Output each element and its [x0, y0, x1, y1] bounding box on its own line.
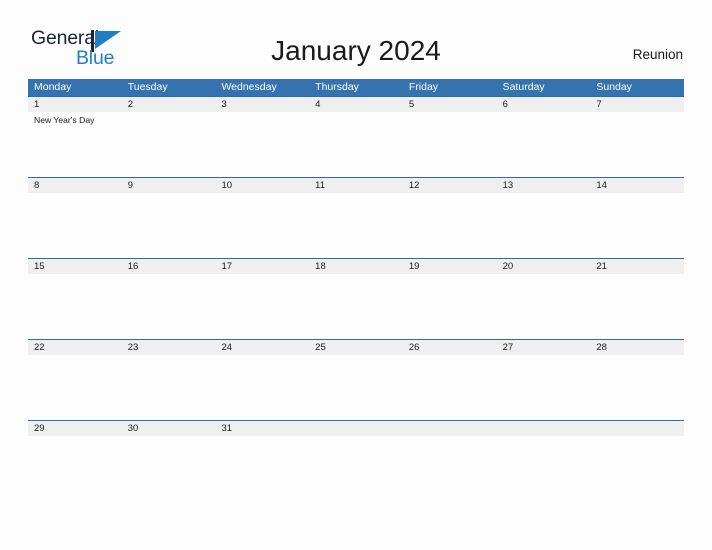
page-title: January 2024	[271, 35, 441, 66]
day-cell[interactable]	[215, 436, 309, 501]
day-number[interactable]: 25	[309, 340, 403, 355]
day-number[interactable]: 11	[309, 178, 403, 193]
weekday-header-row: Monday Tuesday Wednesday Thursday Friday…	[28, 79, 684, 96]
day-cell-empty	[497, 436, 591, 501]
day-cell[interactable]	[122, 355, 216, 420]
calendar-page: General Blue January 2024 Reunion Monday…	[0, 0, 712, 550]
day-number[interactable]: 6	[497, 97, 591, 112]
week-date-band: 15 16 17 18 19 20 21	[28, 259, 684, 274]
day-number[interactable]: 28	[590, 340, 684, 355]
day-number[interactable]: 18	[309, 259, 403, 274]
event-label: New Year's Day	[34, 115, 95, 125]
day-cell[interactable]	[309, 274, 403, 339]
day-number[interactable]: 13	[497, 178, 591, 193]
day-cell[interactable]	[590, 112, 684, 177]
day-cell[interactable]	[122, 436, 216, 501]
day-cell[interactable]: New Year's Day	[28, 112, 122, 177]
day-number[interactable]: 3	[215, 97, 309, 112]
weekday-tuesday: Tuesday	[127, 81, 168, 93]
day-number[interactable]: 2	[122, 97, 216, 112]
day-cell[interactable]	[215, 112, 309, 177]
day-cell[interactable]	[590, 355, 684, 420]
week-event-band	[28, 274, 684, 339]
day-cell[interactable]	[309, 355, 403, 420]
day-number[interactable]: 16	[122, 259, 216, 274]
day-number[interactable]: 24	[215, 340, 309, 355]
week-event-band	[28, 193, 684, 258]
day-cell[interactable]	[497, 274, 591, 339]
day-number[interactable]: 22	[28, 340, 122, 355]
day-cell[interactable]	[403, 193, 497, 258]
day-number[interactable]: 21	[590, 259, 684, 274]
week-event-band	[28, 436, 684, 501]
day-cell[interactable]	[497, 112, 591, 177]
week-row: 22 23 24 25 26 27 28	[28, 339, 684, 420]
day-number[interactable]: 17	[215, 259, 309, 274]
day-cell[interactable]	[28, 193, 122, 258]
day-cell[interactable]	[590, 274, 684, 339]
weekday-thursday: Thursday	[315, 81, 359, 93]
day-number[interactable]: 23	[122, 340, 216, 355]
day-number[interactable]: 10	[215, 178, 309, 193]
day-cell[interactable]	[122, 112, 216, 177]
day-number[interactable]: 30	[122, 421, 216, 436]
day-number-empty	[403, 421, 497, 436]
day-cell[interactable]	[309, 193, 403, 258]
day-cell[interactable]	[28, 436, 122, 501]
day-number-empty	[590, 421, 684, 436]
day-cell[interactable]	[122, 274, 216, 339]
day-number-empty	[497, 421, 591, 436]
day-cell[interactable]	[28, 274, 122, 339]
day-number[interactable]: 5	[403, 97, 497, 112]
weekday-friday: Friday	[408, 81, 439, 93]
week-date-band: 8 9 10 11 12 13 14	[28, 178, 684, 193]
week-row: 8 9 10 11 12 13 14	[28, 177, 684, 258]
day-cell[interactable]	[309, 112, 403, 177]
day-number[interactable]: 20	[497, 259, 591, 274]
calendar-grid: Monday Tuesday Wednesday Thursday Friday…	[28, 79, 684, 501]
day-number[interactable]: 8	[28, 178, 122, 193]
day-number[interactable]: 14	[590, 178, 684, 193]
day-cell[interactable]	[122, 193, 216, 258]
day-number[interactable]: 27	[497, 340, 591, 355]
region-label: Reunion	[632, 47, 683, 62]
week-event-band	[28, 355, 684, 420]
day-cell-empty	[403, 436, 497, 501]
weekday-sunday: Sunday	[596, 81, 632, 93]
day-number[interactable]: 4	[309, 97, 403, 112]
weekday-saturday: Saturday	[502, 81, 545, 93]
day-cell[interactable]	[28, 355, 122, 420]
week-date-band: 1 2 3 4 5 6 7	[28, 97, 684, 112]
day-number[interactable]: 29	[28, 421, 122, 436]
week-event-band: New Year's Day	[28, 112, 684, 177]
day-cell-empty	[590, 436, 684, 501]
week-row: 29 30 31	[28, 420, 684, 501]
day-cell[interactable]	[497, 355, 591, 420]
weekday-wednesday: Wednesday	[221, 81, 277, 93]
week-date-band: 22 23 24 25 26 27 28	[28, 340, 684, 355]
day-number[interactable]: 19	[403, 259, 497, 274]
week-row: 1 2 3 4 5 6 7 New Year's Day	[28, 96, 684, 177]
day-cell[interactable]	[215, 193, 309, 258]
day-number-empty	[309, 421, 403, 436]
day-cell-empty	[309, 436, 403, 501]
day-cell[interactable]	[590, 193, 684, 258]
week-date-band: 29 30 31	[28, 421, 684, 436]
day-cell[interactable]	[215, 355, 309, 420]
day-number[interactable]: 12	[403, 178, 497, 193]
page-header: General Blue January 2024 Reunion	[0, 0, 712, 79]
day-cell[interactable]	[215, 274, 309, 339]
day-number[interactable]: 31	[215, 421, 309, 436]
day-cell[interactable]	[403, 112, 497, 177]
weekday-monday: Monday	[34, 81, 72, 93]
day-number[interactable]: 26	[403, 340, 497, 355]
day-cell[interactable]	[403, 274, 497, 339]
day-number[interactable]: 1	[28, 97, 122, 112]
day-number[interactable]: 7	[590, 97, 684, 112]
day-number[interactable]: 15	[28, 259, 122, 274]
day-cell[interactable]	[497, 193, 591, 258]
day-cell[interactable]	[403, 355, 497, 420]
week-row: 15 16 17 18 19 20 21	[28, 258, 684, 339]
day-number[interactable]: 9	[122, 178, 216, 193]
